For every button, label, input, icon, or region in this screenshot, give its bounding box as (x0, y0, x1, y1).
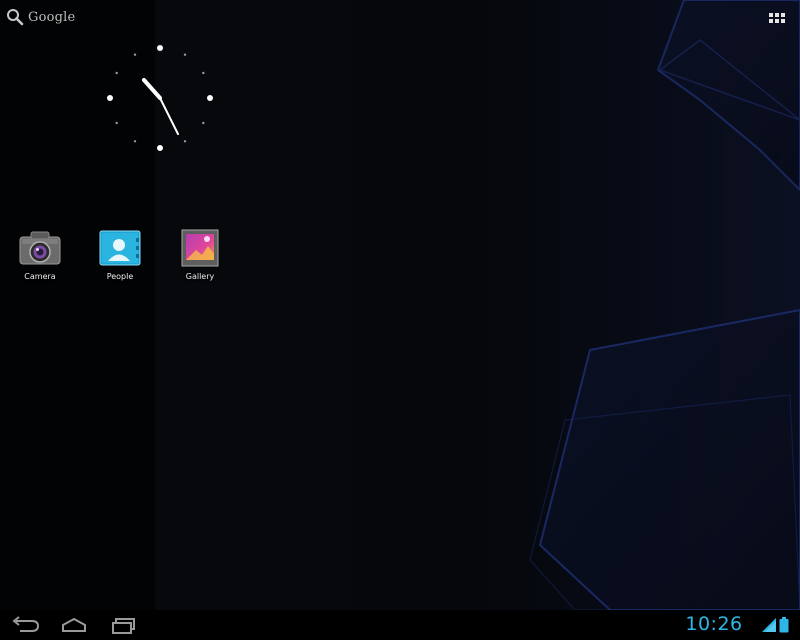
clock-minor-mark (133, 53, 137, 56)
clock-major-mark (157, 145, 163, 151)
battery-icon (779, 617, 789, 633)
app-people[interactable]: People (88, 228, 152, 281)
camera-icon (18, 228, 62, 268)
app-camera[interactable]: Camera (8, 228, 72, 281)
app-label: Camera (24, 272, 56, 281)
back-icon (12, 616, 40, 632)
wifi-signal-icon (762, 618, 776, 632)
back-button[interactable] (8, 615, 44, 635)
app-label: People (106, 272, 134, 281)
app-label: Gallery (185, 272, 215, 281)
clock-minor-mark (202, 71, 205, 75)
clock-minor-mark (115, 121, 118, 125)
analog-clock-widget[interactable] (100, 38, 220, 158)
status-clock[interactable]: 10:26 (672, 613, 756, 635)
clock-major-mark (107, 95, 113, 101)
home-button[interactable] (56, 615, 92, 635)
people-icon (98, 228, 142, 268)
clock-major-mark (157, 45, 163, 51)
all-apps-grid-icon (769, 13, 785, 23)
clock-minor-mark (115, 71, 118, 75)
clock-hour-hand (142, 78, 162, 100)
system-bar: 10:26 (0, 610, 800, 640)
home-screen: Google Camera People Gallery 10:26 (0, 0, 800, 640)
recent-apps-icon (112, 618, 135, 634)
clock-minor-mark (202, 121, 205, 125)
clock-major-mark (207, 95, 213, 101)
clock-minor-mark (183, 140, 187, 143)
app-gallery[interactable]: Gallery (168, 228, 232, 281)
recent-apps-button[interactable] (106, 615, 142, 635)
clock-minor-mark (183, 53, 187, 56)
gallery-icon (178, 228, 222, 268)
search-label: Google (28, 9, 76, 25)
clock-minute-hand (159, 97, 179, 135)
clock-minor-mark (133, 140, 137, 143)
google-search-bar[interactable]: Google (6, 6, 75, 28)
search-icon (6, 8, 24, 26)
home-icon (62, 617, 86, 632)
all-apps-button[interactable] (768, 10, 786, 28)
